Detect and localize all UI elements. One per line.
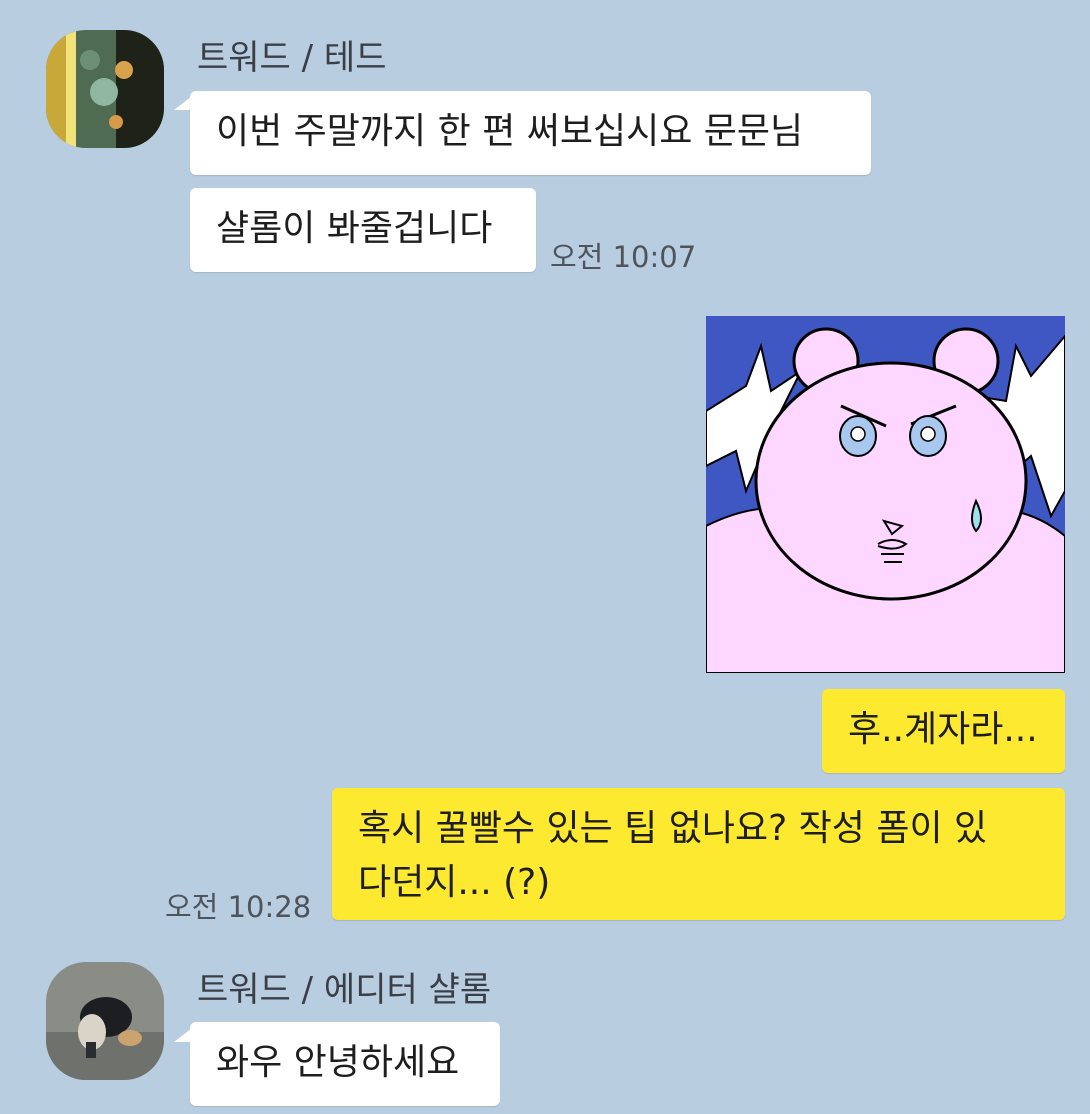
sender-avatar-ted[interactable] [46,30,164,148]
message-timestamp: 오전 10:28 [165,890,312,924]
message-text-line: 혹시 꿀빨수 있는 팁 없나요? 작성 폼이 있 [358,808,988,849]
message-text-line: 다던지... (?) [358,862,551,903]
sender-name: 트워드 / 테드 [197,38,387,78]
bear-sticker[interactable] [705,316,1066,674]
message-text: 이번 주말까지 한 편 써보십시요 문문님 [216,111,804,152]
message-bubble[interactable]: 샬롬이 봐줄겁니다 [190,188,536,272]
profile-photo-icon [46,30,164,148]
message-bubble[interactable]: 와우 안녕하세요 [190,1022,500,1106]
message-timestamp: 오전 10:07 [550,240,697,274]
angry-pink-bear-sticker-icon [705,316,1066,674]
message-bubble[interactable]: 이번 주말까지 한 편 써보십시요 문문님 [190,91,871,175]
message-text: 와우 안녕하세요 [216,1042,460,1083]
message-bubble[interactable]: 혹시 꿀빨수 있는 팁 없나요? 작성 폼이 있 다던지... (?) [332,788,1065,920]
sender-avatar-shalom[interactable] [46,962,164,1080]
profile-photo-icon [46,962,164,1080]
message-text: 후..계자라... [848,709,1038,750]
sender-name: 트워드 / 에디터 샬롬 [197,970,492,1010]
message-text: 샬롬이 봐줄겁니다 [216,208,493,249]
message-bubble[interactable]: 후..계자라... [822,689,1065,773]
